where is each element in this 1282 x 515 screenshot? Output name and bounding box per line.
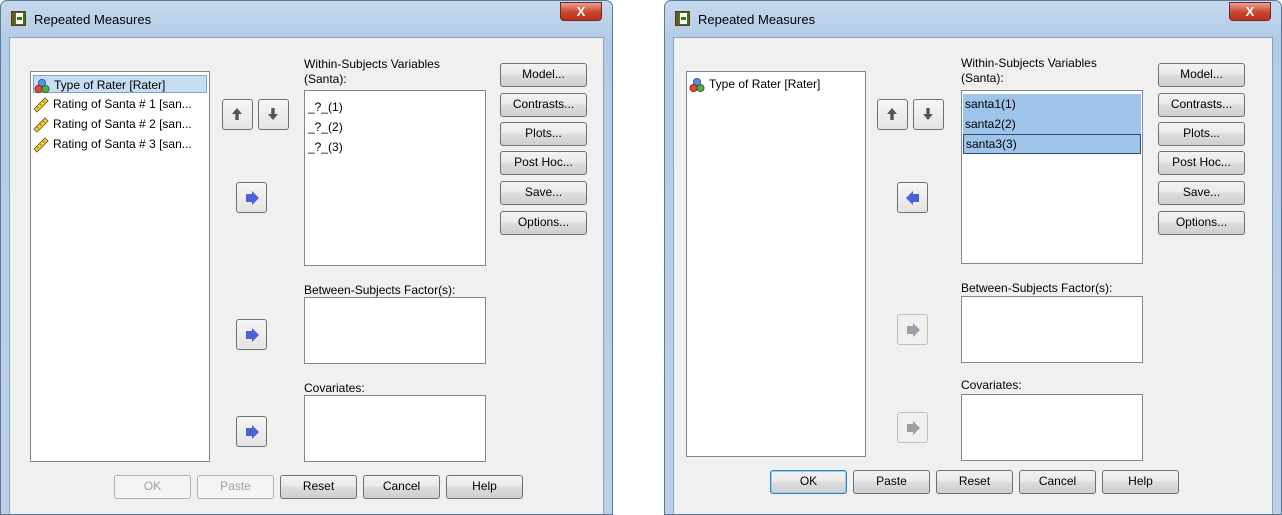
- within-subjects-sublabel: (Santa):: [961, 71, 1004, 85]
- plots-button[interactable]: Plots...: [500, 122, 587, 146]
- dialog-body: Type of Rater [Rater] Rating of Santa # …: [9, 37, 604, 514]
- cancel-button[interactable]: Cancel: [1019, 470, 1096, 494]
- within-item[interactable]: santa3(3): [963, 134, 1141, 154]
- model-button[interactable]: Model...: [500, 63, 587, 87]
- paste-button[interactable]: Paste: [197, 475, 274, 499]
- post-hoc-button[interactable]: Post Hoc...: [1158, 151, 1245, 175]
- within-subjects-sublabel: (Santa):: [304, 72, 347, 86]
- arrow-right-icon: [905, 420, 921, 436]
- help-button[interactable]: Help: [1102, 470, 1179, 494]
- within-subjects-list[interactable]: santa1(1) santa2(2) santa3(3): [961, 90, 1143, 264]
- within-item[interactable]: santa1(1): [963, 94, 1141, 114]
- post-hoc-button[interactable]: Post Hoc...: [500, 151, 587, 175]
- between-subjects-label: Between-Subjects Factor(s):: [961, 281, 1113, 295]
- save-button[interactable]: Save...: [500, 181, 587, 205]
- arrow-down-icon: [921, 107, 935, 121]
- contrasts-button[interactable]: Contrasts...: [1158, 93, 1245, 117]
- covariates-label: Covariates:: [304, 381, 365, 395]
- scale-icon: [33, 137, 49, 153]
- arrow-up-icon: [230, 107, 244, 121]
- within-item[interactable]: _?_(3): [306, 137, 484, 157]
- move-up-button[interactable]: [222, 99, 253, 130]
- move-to-between-button[interactable]: [897, 314, 928, 345]
- covariates-list[interactable]: [961, 394, 1143, 461]
- arrow-right-icon: [244, 190, 260, 206]
- source-var-item[interactable]: Type of Rater [Rater]: [689, 75, 820, 93]
- within-item[interactable]: santa2(2): [963, 114, 1141, 134]
- arrow-down-icon: [266, 107, 280, 121]
- scale-icon: [33, 117, 49, 133]
- arrow-left-icon: [905, 190, 921, 206]
- source-var-item[interactable]: Type of Rater [Rater]: [33, 75, 207, 93]
- between-subjects-label: Between-Subjects Factor(s):: [304, 283, 456, 297]
- model-button[interactable]: Model...: [1158, 63, 1245, 87]
- save-button[interactable]: Save...: [1158, 181, 1245, 205]
- within-subjects-list[interactable]: _?_(1) _?_(2) _?_(3): [304, 90, 486, 266]
- between-subjects-list[interactable]: [304, 297, 486, 364]
- repeated-measures-dialog-right: Repeated Measures X Type of Rater [Rater…: [664, 0, 1282, 515]
- within-item[interactable]: _?_(2): [306, 117, 484, 137]
- arrow-right-icon: [244, 424, 260, 440]
- source-var-item[interactable]: Rating of Santa # 1 [san...: [33, 95, 192, 113]
- options-button[interactable]: Options...: [1158, 211, 1245, 235]
- nominal-icon: [689, 77, 705, 93]
- cancel-button[interactable]: Cancel: [363, 475, 440, 499]
- source-var-item[interactable]: Rating of Santa # 2 [san...: [33, 115, 192, 133]
- arrow-right-icon: [244, 327, 260, 343]
- title-bar[interactable]: Repeated Measures X: [665, 1, 1281, 37]
- arrow-right-icon: [905, 322, 921, 338]
- arrow-up-icon: [885, 107, 899, 121]
- plots-button[interactable]: Plots...: [1158, 122, 1245, 146]
- contrasts-button[interactable]: Contrasts...: [500, 93, 587, 117]
- title-bar[interactable]: Repeated Measures X: [1, 1, 612, 37]
- move-to-within-button[interactable]: [236, 182, 267, 213]
- reset-button[interactable]: Reset: [936, 470, 1013, 494]
- options-button[interactable]: Options...: [500, 211, 587, 235]
- close-button[interactable]: X: [560, 2, 602, 21]
- move-to-covariates-button[interactable]: [236, 416, 267, 447]
- covariates-label: Covariates:: [961, 378, 1022, 392]
- ok-button[interactable]: OK: [114, 475, 191, 499]
- move-down-button[interactable]: [913, 99, 944, 130]
- dialog-title: Repeated Measures: [34, 12, 152, 27]
- source-variable-list[interactable]: Type of Rater [Rater] Rating of Santa # …: [30, 71, 210, 462]
- between-subjects-list[interactable]: [961, 296, 1143, 363]
- covariates-list[interactable]: [304, 395, 486, 462]
- move-up-button[interactable]: [877, 99, 908, 130]
- move-to-between-button[interactable]: [236, 319, 267, 350]
- nominal-icon: [34, 78, 50, 94]
- close-button[interactable]: X: [1229, 2, 1271, 21]
- dialog-body: Type of Rater [Rater] Within-Subjects Va…: [673, 37, 1273, 514]
- dialog-title: Repeated Measures: [698, 12, 816, 27]
- scale-icon: [33, 97, 49, 113]
- move-back-button[interactable]: [897, 182, 928, 213]
- move-to-covariates-button[interactable]: [897, 412, 928, 443]
- move-down-button[interactable]: [258, 99, 289, 130]
- reset-button[interactable]: Reset: [280, 475, 357, 499]
- within-subjects-label: Within-Subjects Variables: [304, 57, 440, 71]
- repeated-measures-dialog-left: Repeated Measures X Type of Rater [Rater…: [0, 0, 613, 515]
- within-item[interactable]: _?_(1): [306, 97, 484, 117]
- within-subjects-label: Within-Subjects Variables: [961, 56, 1097, 70]
- spss-app-icon: [675, 11, 690, 26]
- source-variable-list[interactable]: Type of Rater [Rater]: [686, 71, 866, 457]
- ok-button[interactable]: OK: [770, 470, 847, 494]
- paste-button[interactable]: Paste: [853, 470, 930, 494]
- help-button[interactable]: Help: [446, 475, 523, 499]
- source-var-item[interactable]: Rating of Santa # 3 [san...: [33, 135, 192, 153]
- spss-app-icon: [11, 11, 26, 26]
